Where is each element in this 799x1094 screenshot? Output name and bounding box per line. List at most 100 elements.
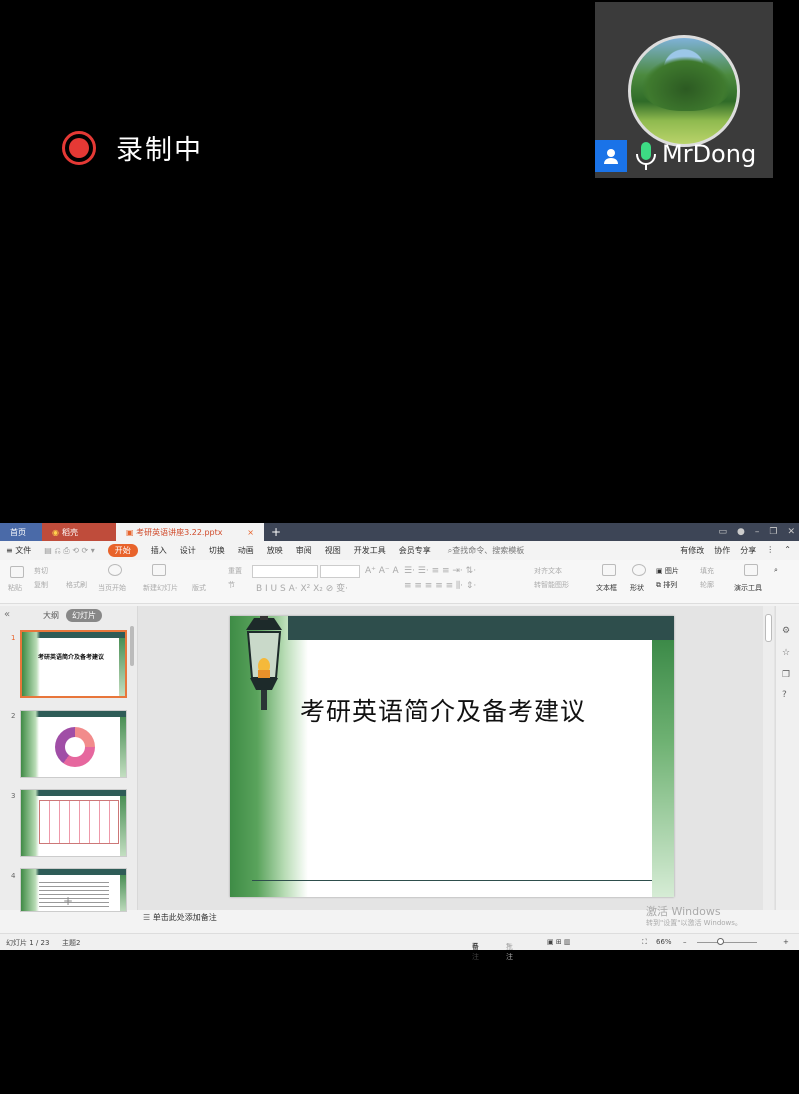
- menu-view[interactable]: 视图: [325, 545, 341, 556]
- panel-scrollbar[interactable]: [130, 626, 134, 666]
- zoom-in-icon[interactable]: +: [783, 938, 789, 946]
- more-icon[interactable]: ⋮: [766, 545, 774, 556]
- avatar: [628, 35, 740, 147]
- collapse-ribbon-icon[interactable]: ⌃: [784, 545, 791, 556]
- layout-icon[interactable]: ▭: [719, 527, 728, 537]
- list-icons[interactable]: ☰· ☰· ≡ ≡ ⇥· ⇅·: [404, 566, 476, 576]
- share-button[interactable]: 分享: [740, 545, 756, 556]
- arrange-button[interactable]: ⧉ 排列: [656, 580, 677, 590]
- copy-button[interactable]: 复制: [34, 580, 48, 590]
- user-avatar-icon[interactable]: ●: [737, 527, 745, 537]
- zoom-slider[interactable]: [697, 942, 757, 943]
- reset-button[interactable]: 重置: [228, 566, 242, 576]
- new-tab-button[interactable]: +: [264, 523, 288, 541]
- zoom-slider-knob[interactable]: [717, 938, 724, 945]
- menu-insert[interactable]: 插入: [151, 545, 167, 556]
- new-slide-icon[interactable]: [152, 564, 166, 576]
- menu-design[interactable]: 设计: [180, 545, 196, 556]
- slide-thumbnail-2[interactable]: [20, 710, 127, 778]
- participant-tile[interactable]: MrDong: [595, 2, 773, 178]
- close-tab-icon[interactable]: ×: [247, 528, 254, 537]
- main-slide[interactable]: 考研英语简介及备考建议: [230, 616, 674, 897]
- textbox-button[interactable]: 文本框: [596, 583, 617, 593]
- menu-start[interactable]: 开始: [107, 544, 138, 557]
- menu-slideshow[interactable]: 放映: [267, 545, 283, 556]
- align-text-button[interactable]: 对齐文本: [534, 566, 562, 576]
- present-tool-button[interactable]: 演示工具: [734, 583, 762, 593]
- slide-number: 4: [11, 872, 16, 880]
- menu-member[interactable]: 会员专享: [399, 545, 431, 556]
- smartart-button[interactable]: 转智能图形: [534, 580, 569, 590]
- arrange-label: 排列: [663, 581, 678, 589]
- participant-name: MrDong: [662, 140, 757, 168]
- section-button[interactable]: 节: [228, 580, 235, 590]
- font-style-icons[interactable]: B I U S A· X² X₂ ⊘ 变·: [256, 581, 348, 594]
- paste-icon[interactable]: [10, 566, 24, 578]
- menu-animation[interactable]: 动画: [238, 545, 254, 556]
- font-size-select[interactable]: [320, 565, 360, 578]
- collab-button[interactable]: 协作: [714, 545, 730, 556]
- fill-button[interactable]: 填充: [700, 566, 714, 576]
- text-thumbnail: [39, 879, 109, 909]
- tab-bar: 首页 ◉ 稻壳 ▣ 考研英语讲座3.22.pptx × + ▭ ● – ❐ ✕: [0, 523, 799, 541]
- picture-label: 图片: [664, 567, 679, 575]
- restore-icon[interactable]: ❐: [769, 527, 777, 537]
- settings-icon[interactable]: ⚙: [782, 626, 790, 636]
- slide-thumbnail-1[interactable]: 考研英语简介及备考建议: [20, 630, 127, 698]
- fit-icon[interactable]: ⛶: [642, 938, 647, 947]
- slide-scrollbar[interactable]: [763, 606, 774, 910]
- menu-review[interactable]: 审阅: [296, 545, 312, 556]
- align-icons[interactable]: ≡ ≡ ≡ ≡ ≡ ⫼· ⇕·: [404, 581, 476, 591]
- picture-button[interactable]: ▣ 图片: [656, 566, 679, 576]
- menu-developer[interactable]: 开发工具: [354, 545, 386, 556]
- search-label: 查找命令、搜索模板: [452, 546, 525, 555]
- status-bar: 幻灯片 1 / 23 主题2 ☰ 备注 ✎ 批注 ▣ ⊞ ▥ ⛶ 66% – +: [0, 933, 799, 961]
- format-painter-button[interactable]: 格式刷: [66, 580, 87, 590]
- tab-home[interactable]: 首页: [0, 523, 42, 541]
- outline-button[interactable]: 轮廓: [700, 580, 714, 590]
- close-window-icon[interactable]: ✕: [787, 527, 795, 537]
- tab-slides[interactable]: 幻灯片: [66, 609, 102, 622]
- add-slide-button[interactable]: +: [63, 894, 73, 908]
- donut-chart-thumbnail: [55, 727, 95, 767]
- slide-thumbnail-3[interactable]: [20, 789, 127, 857]
- paste-button[interactable]: 粘贴: [8, 583, 22, 593]
- slide-title[interactable]: 考研英语简介及备考建议: [300, 692, 600, 728]
- modified-button[interactable]: 有修改: [680, 545, 704, 556]
- collapse-panel-icon[interactable]: «: [4, 609, 10, 620]
- play-from-current-button[interactable]: 当页开始: [98, 583, 126, 593]
- font-name-select[interactable]: [252, 565, 318, 578]
- view-mode-icons[interactable]: ▣ ⊞ ▥: [547, 938, 571, 946]
- tab-document[interactable]: ▣ 考研英语讲座3.22.pptx ×: [116, 523, 264, 541]
- present-tool-icon[interactable]: [744, 564, 758, 576]
- play-icon[interactable]: [108, 564, 122, 576]
- star-icon[interactable]: ☆: [782, 648, 790, 658]
- notes-placeholder: 单击此处添加备注: [152, 913, 217, 922]
- slide-thumbnail-4[interactable]: [20, 868, 127, 912]
- cut-button[interactable]: 剪切: [34, 566, 48, 576]
- font-grow-icon[interactable]: A⁺ A⁻ A: [365, 566, 399, 576]
- slide-panel: « 大纲 幻灯片 1 考研英语简介及备考建议 2 3 4 +: [0, 606, 138, 912]
- menu-right: 有修改 协作 分享 ⋮ ⌃: [680, 545, 791, 556]
- zoom-level[interactable]: 66%: [656, 938, 672, 946]
- minimize-icon[interactable]: –: [755, 527, 760, 537]
- zoom-out-icon[interactable]: –: [683, 938, 687, 946]
- textbox-icon[interactable]: [602, 564, 616, 576]
- shape-button[interactable]: 形状: [630, 583, 644, 593]
- file-menu[interactable]: ≡ 文件: [6, 545, 31, 556]
- tab-outline[interactable]: 大纲: [43, 610, 59, 621]
- slide-number: 3: [11, 792, 16, 800]
- layout-button[interactable]: 版式: [192, 583, 206, 593]
- copy-icon[interactable]: ❐: [782, 670, 790, 680]
- notes-toggle-label: 备注: [472, 943, 479, 961]
- menu-transition[interactable]: 切换: [209, 545, 225, 556]
- new-slide-button[interactable]: 新建幻灯片: [143, 583, 178, 593]
- quick-access-icons[interactable]: ▤ ⎌ ⎙ ⟲ ⟳ ▾: [44, 546, 95, 556]
- search-commands[interactable]: ⌕查找命令、搜索模板: [448, 545, 524, 556]
- help-icon[interactable]: ?: [782, 690, 787, 700]
- wps-window: 首页 ◉ 稻壳 ▣ 考研英语讲座3.22.pptx × + ▭ ● – ❐ ✕ …: [0, 523, 799, 961]
- find-icon[interactable]: ⌕: [774, 566, 778, 575]
- tab-daoke[interactable]: ◉ 稻壳: [42, 523, 116, 541]
- microphone-icon[interactable]: [633, 140, 659, 174]
- shape-icon[interactable]: [632, 564, 646, 576]
